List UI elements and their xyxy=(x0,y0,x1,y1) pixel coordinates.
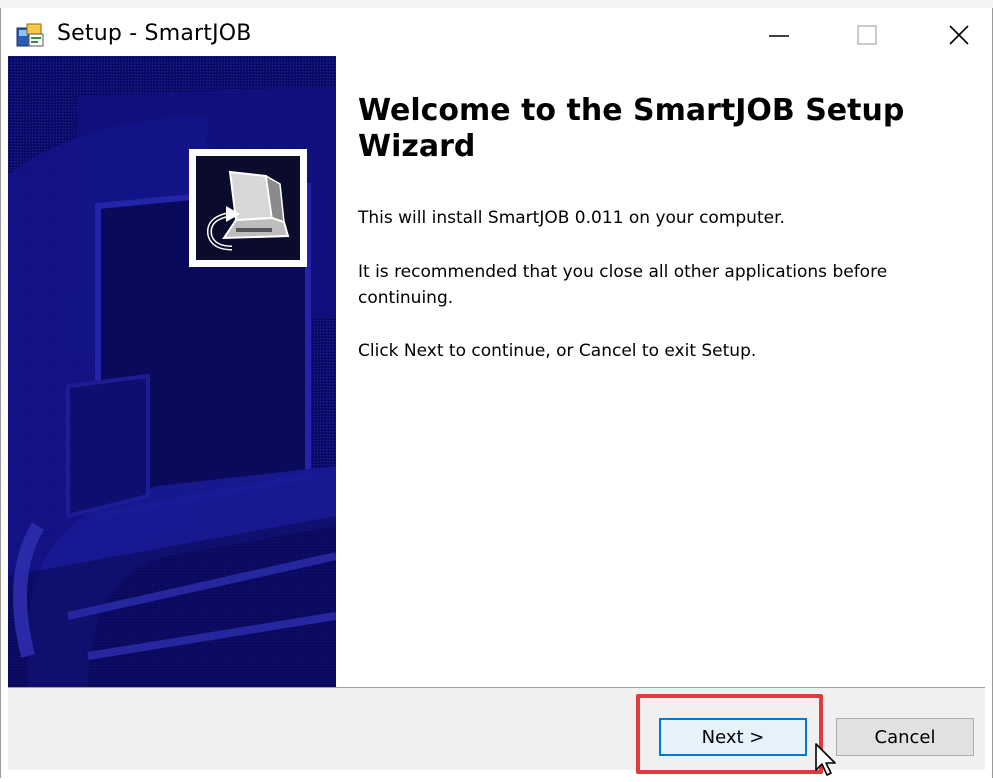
background-strip xyxy=(0,0,993,8)
welcome-heading: Welcome to the SmartJOB Setup Wizard xyxy=(358,93,905,164)
minimize-button[interactable] xyxy=(749,8,809,62)
maximize-button[interactable] xyxy=(837,8,897,62)
setup-logo-icon xyxy=(196,156,300,260)
minimize-icon xyxy=(769,35,789,37)
title-bar[interactable]: Setup - SmartJOB xyxy=(1,8,992,62)
wizard-side-image xyxy=(8,56,336,687)
mouse-cursor-icon xyxy=(814,742,842,778)
window-title: Setup - SmartJOB xyxy=(57,21,252,46)
next-cancel-instruction-text: Click Next to continue, or Cancel to exi… xyxy=(358,341,757,361)
next-button-highlight xyxy=(636,694,823,774)
close-icon xyxy=(949,25,969,45)
installer-app-icon xyxy=(15,22,45,50)
maximize-icon xyxy=(857,25,877,45)
setup-logo-frame xyxy=(189,149,307,267)
install-info-text: This will install SmartJOB 0.011 on your… xyxy=(358,208,785,228)
cancel-button[interactable]: Cancel xyxy=(836,718,974,756)
close-button[interactable] xyxy=(929,8,989,62)
close-apps-recommendation-text: It is recommended that you close all oth… xyxy=(358,262,888,308)
